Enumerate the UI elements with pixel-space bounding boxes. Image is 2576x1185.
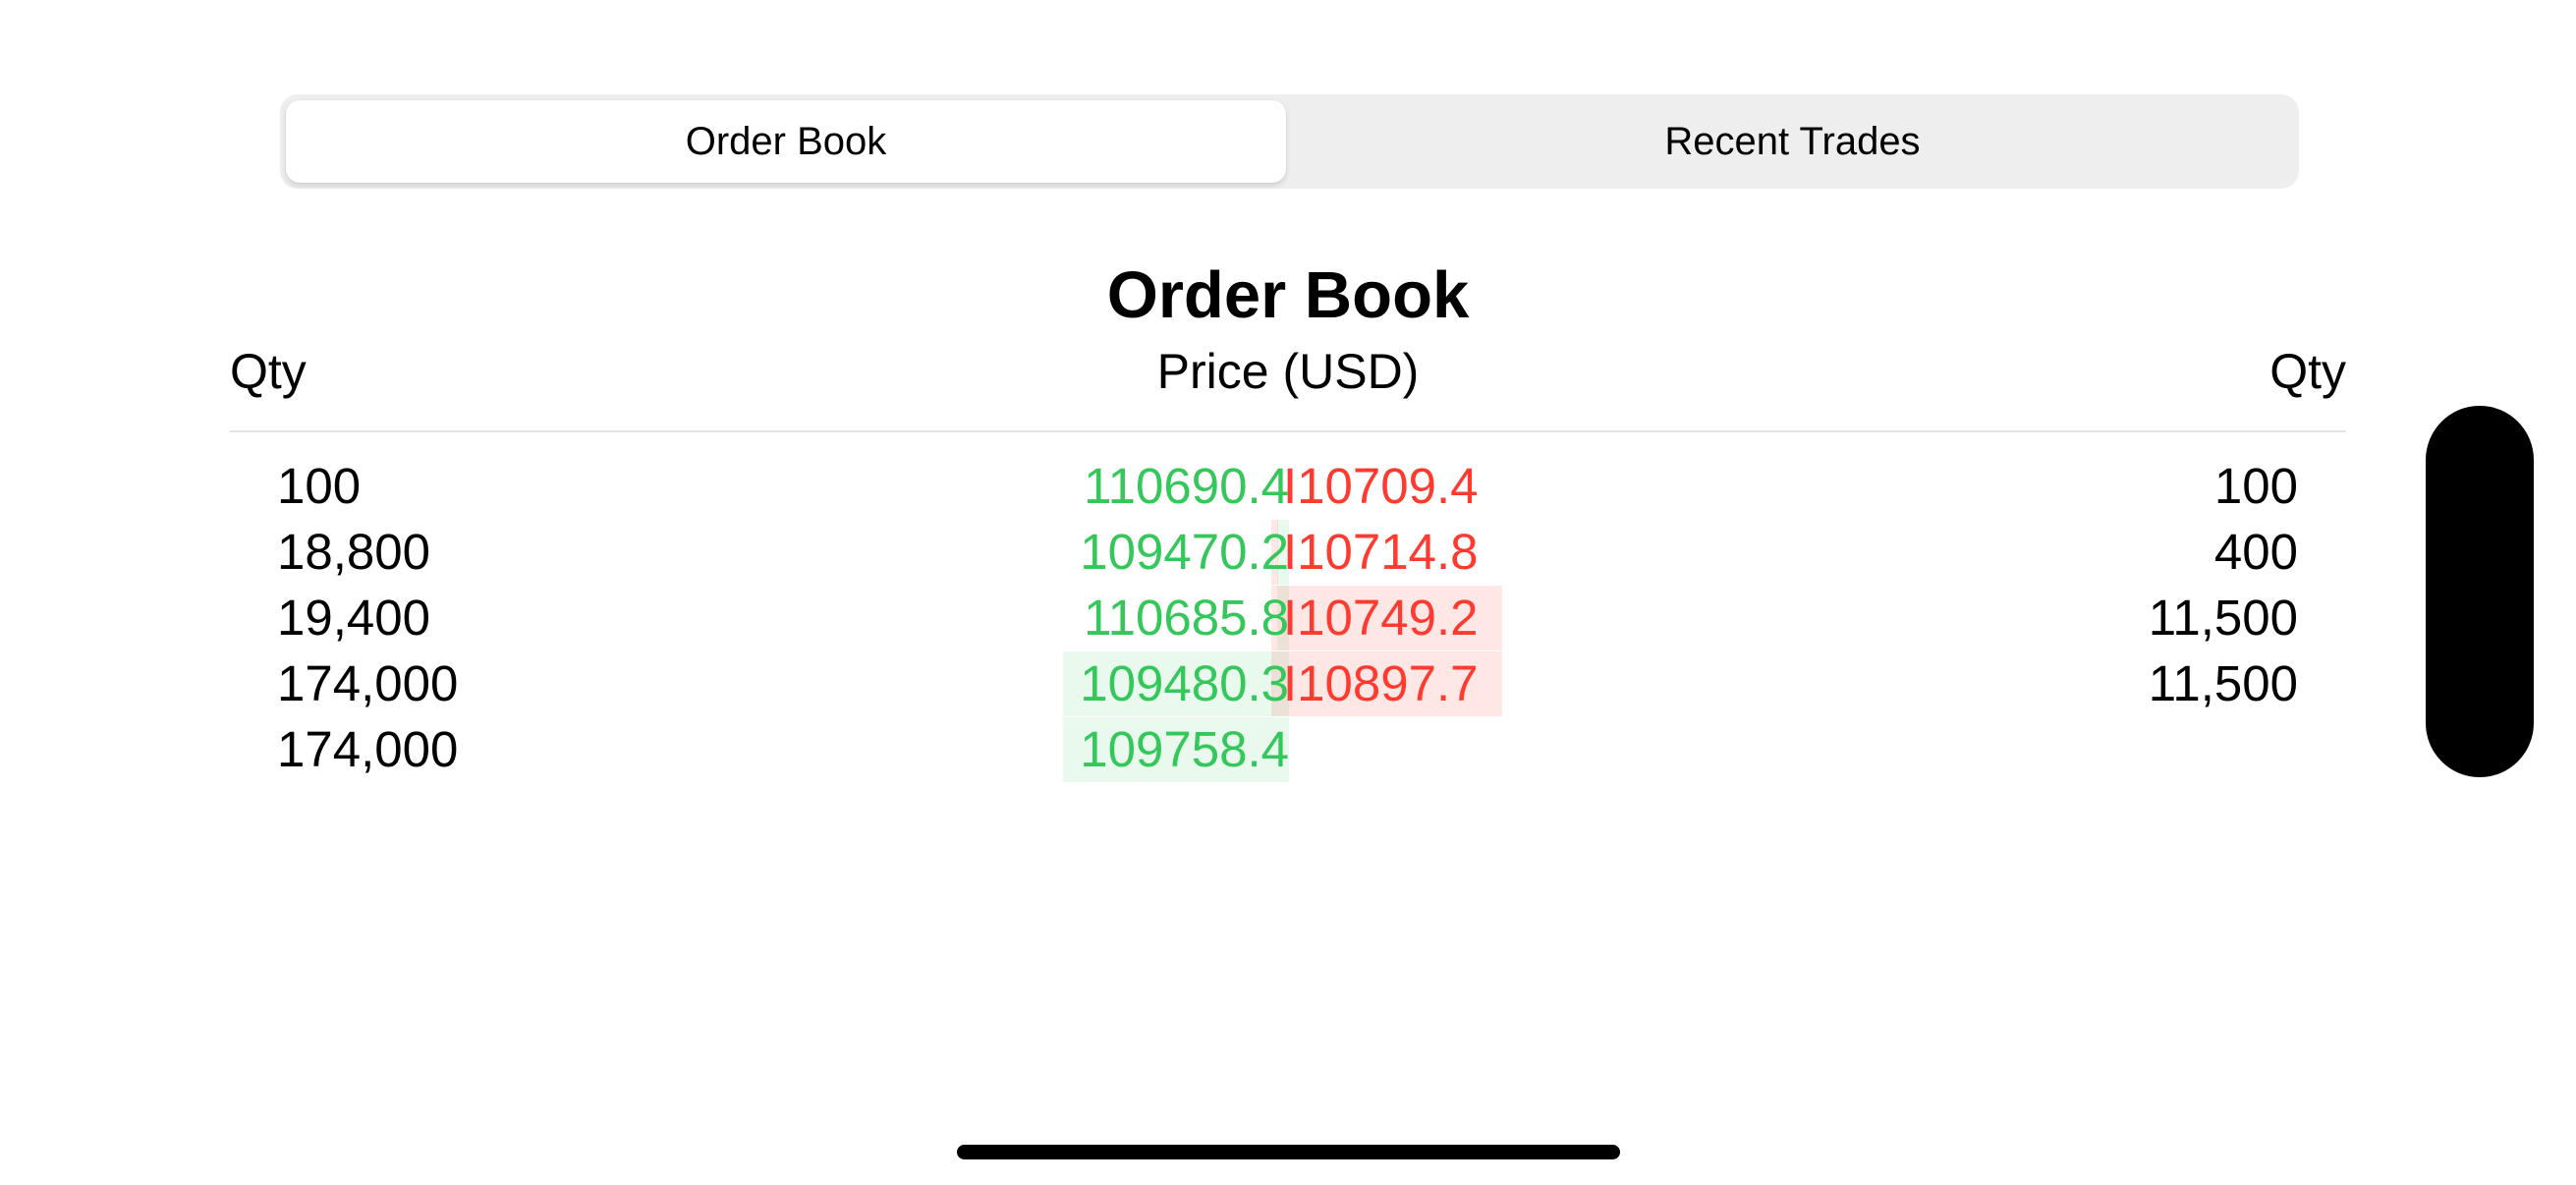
ask-qty: 11,500 [2148, 655, 2298, 711]
header-divider [230, 430, 2346, 432]
bid-price[interactable]: 109480.3 [1063, 651, 1289, 716]
bid-price-value: 109470.2 [1080, 524, 1289, 580]
ask-qty-header: Qty [2269, 344, 2346, 399]
bid-qty: 174,000 [277, 655, 459, 711]
bid-price[interactable]: 109758.4 [1063, 717, 1289, 782]
home-indicator[interactable] [957, 1145, 1620, 1159]
ask-price[interactable]: I10714.8 [1271, 520, 1578, 585]
bid-qty: 18,800 [277, 524, 430, 580]
ask-price[interactable]: I10749.2 [1271, 586, 1578, 650]
bid-price-value: 109480.3 [1080, 655, 1289, 711]
ask-qty: 11,500 [2148, 590, 2298, 646]
bid-qty: 100 [277, 458, 362, 514]
ask-price-value: I10709.4 [1283, 458, 1479, 514]
ask-qty: 400 [2213, 524, 2298, 580]
bid-price-value: 110685.8 [1084, 590, 1289, 646]
bid-price[interactable]: 110685.8 [1063, 586, 1289, 650]
order-book-tabs: Order Book Recent Trades [280, 94, 2299, 189]
bid-price[interactable]: 110690.4 [1063, 454, 1289, 519]
bid-qty: 19,400 [277, 590, 430, 646]
ask-price-value: I10897.7 [1283, 655, 1479, 711]
side-handle[interactable] [2426, 406, 2534, 777]
ask-price[interactable]: I10897.7 [1271, 651, 1578, 716]
tab-order-book[interactable]: Order Book [286, 100, 1286, 183]
ask-price[interactable]: I10709.4 [1283, 454, 1578, 519]
ask-price-value: I10749.2 [1283, 590, 1479, 646]
tab-recent-trades[interactable]: Recent Trades [1292, 100, 2293, 183]
page-title: Order Book [1106, 258, 1470, 332]
bid-price[interactable]: 109470.2 [1063, 520, 1289, 585]
price-header: Price (USD) [1156, 344, 1420, 399]
ask-qty: 100 [2213, 458, 2298, 514]
bid-price-value: 110690.4 [1084, 458, 1289, 514]
ask-price-value: I10714.8 [1283, 524, 1479, 580]
bid-price-value: 109758.4 [1080, 721, 1289, 777]
bid-qty: 174,000 [277, 721, 459, 777]
